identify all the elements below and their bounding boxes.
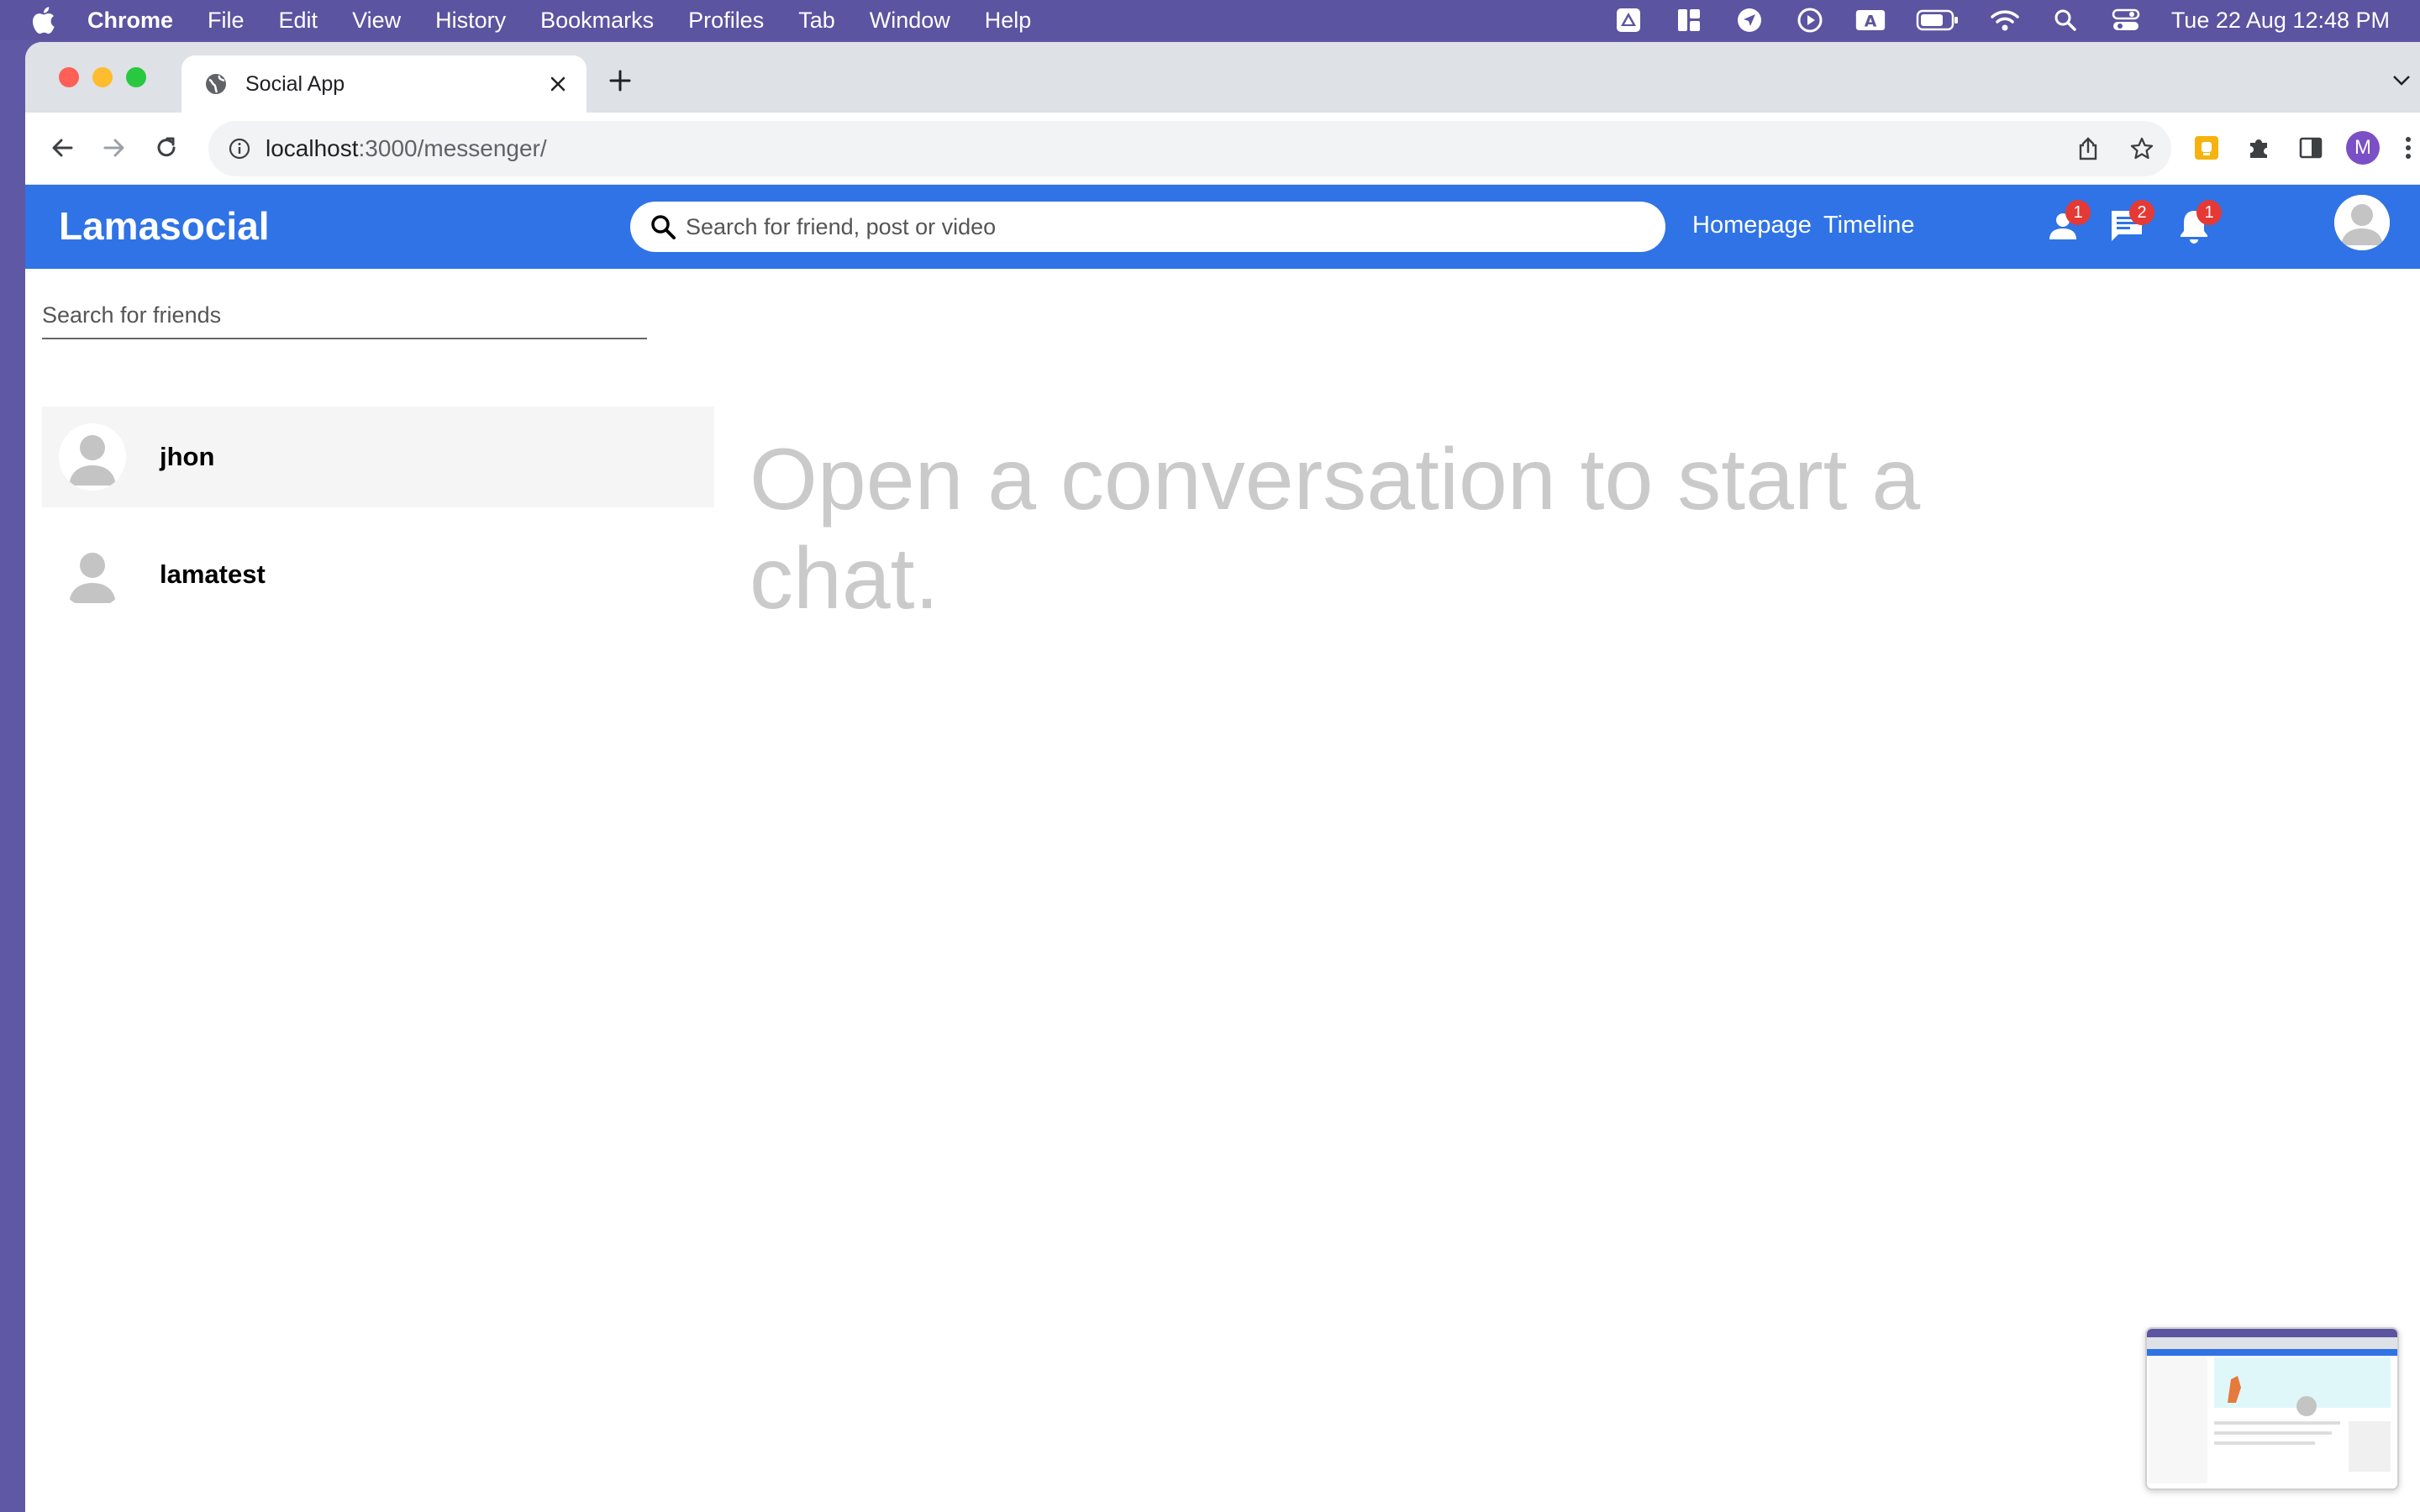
window-zoom-button[interactable] [126,67,146,87]
menu-history[interactable]: History [435,8,506,34]
macos-menu-bar: Chrome File Edit View History Bookmarks … [0,0,2420,40]
apple-icon[interactable] [30,5,59,35]
menu-view[interactable]: View [352,8,401,34]
chrome-menu-kebab-icon[interactable] [2396,129,2420,166]
menu-profiles[interactable]: Profiles [688,8,764,34]
friend-avatar [59,423,126,491]
menu-app-name[interactable]: Chrome [87,8,173,34]
user-avatar[interactable] [2334,195,2390,250]
menu-help[interactable]: Help [985,8,1032,34]
tab-title: Social App [245,71,345,96]
homepage-link[interactable]: Homepage [1692,212,1812,239]
friend-requests-button[interactable]: 1 [2042,200,2091,247]
chrome-profile-avatar[interactable]: M [2344,129,2381,166]
tab-close-icon[interactable] [544,71,571,97]
friend-name: jhon [160,442,215,471]
window-close-button[interactable] [59,67,79,87]
friend-avatar [59,541,126,608]
url-text[interactable]: localhost:3000/messenger/ [266,135,547,162]
menu-file[interactable]: File [208,8,245,34]
tab-strip: Social App [25,42,2420,113]
friend-name: lamatest [160,559,266,589]
forward-arrow-icon[interactable] [96,129,133,166]
profile-initial: M [2346,131,2380,165]
svg-text:A: A [1865,13,1877,31]
extension-keep-icon[interactable] [2188,129,2225,166]
address-bar[interactable]: localhost:3000/messenger/ [208,121,2171,176]
site-info-icon[interactable] [227,136,252,161]
side-panel-icon[interactable] [2292,129,2329,166]
browser-toolbar: localhost:3000/messenger/ M [25,113,2420,185]
menubar-status-area: A Tue 22 Aug 12:48 PM [1583,0,2390,40]
spotlight-icon[interactable] [2050,5,2081,35]
friend-search-input[interactable] [42,292,647,339]
menu-edit[interactable]: Edit [279,8,318,34]
topbar-search[interactable] [630,202,1665,252]
screenshot-thumbnail[interactable] [2145,1327,2399,1490]
notifications-button[interactable]: 1 [2173,200,2222,247]
tab-search-chevron-icon[interactable] [2388,67,2415,94]
topbar-search-input[interactable] [686,213,1610,240]
url-host: localhost [266,135,359,161]
search-icon [649,213,677,241]
reload-icon[interactable] [148,129,185,166]
share-icon[interactable] [2074,134,2102,163]
menu-bookmarks[interactable]: Bookmarks [540,8,654,34]
app-viewport: Lamasocial Homepage Timeline 1 2 1 [25,185,2420,1512]
timeline-link[interactable]: Timeline [1823,212,1915,239]
friend-requests-badge: 1 [2065,200,2091,225]
messages-badge: 2 [2129,200,2154,225]
location-icon[interactable] [1734,5,1765,35]
app-logo[interactable]: Lamasocial [59,203,270,249]
browser-window: Social App localhost:3000/messenger/ M L… [25,42,2420,1512]
extensions-puzzle-icon[interactable] [2240,129,2277,166]
messages-button[interactable]: 2 [2106,200,2154,247]
bookmark-star-icon[interactable] [2128,134,2156,163]
conversation-item[interactable]: jhon [42,407,714,507]
menu-window[interactable]: Window [870,8,950,34]
battery-icon[interactable] [1916,5,1960,35]
menubar-clock[interactable]: Tue 22 Aug 12:48 PM [2171,8,2390,34]
notifications-badge: 1 [2196,200,2222,225]
back-arrow-icon[interactable] [44,129,81,166]
url-path: :3000/messenger/ [358,135,547,161]
menu-tab[interactable]: Tab [798,8,835,34]
browser-tab-active[interactable]: Social App [182,55,587,113]
globe-icon [203,71,229,97]
layout-icon[interactable] [1674,5,1704,35]
no-conversation-text: Open a conversation to start a chat. [750,431,1921,627]
conversation-item[interactable]: lamatest [42,524,714,625]
wifi-icon[interactable] [1990,5,2020,35]
control-center-icon[interactable] [2111,5,2141,35]
new-tab-icon[interactable] [605,66,635,96]
app-topbar: Lamasocial Homepage Timeline 1 2 1 [25,185,2420,269]
keyboard-a-icon[interactable]: A [1855,5,1886,35]
drive-icon[interactable] [1613,5,1644,35]
window-minimize-button[interactable] [92,67,113,87]
play-icon[interactable] [1795,5,1825,35]
